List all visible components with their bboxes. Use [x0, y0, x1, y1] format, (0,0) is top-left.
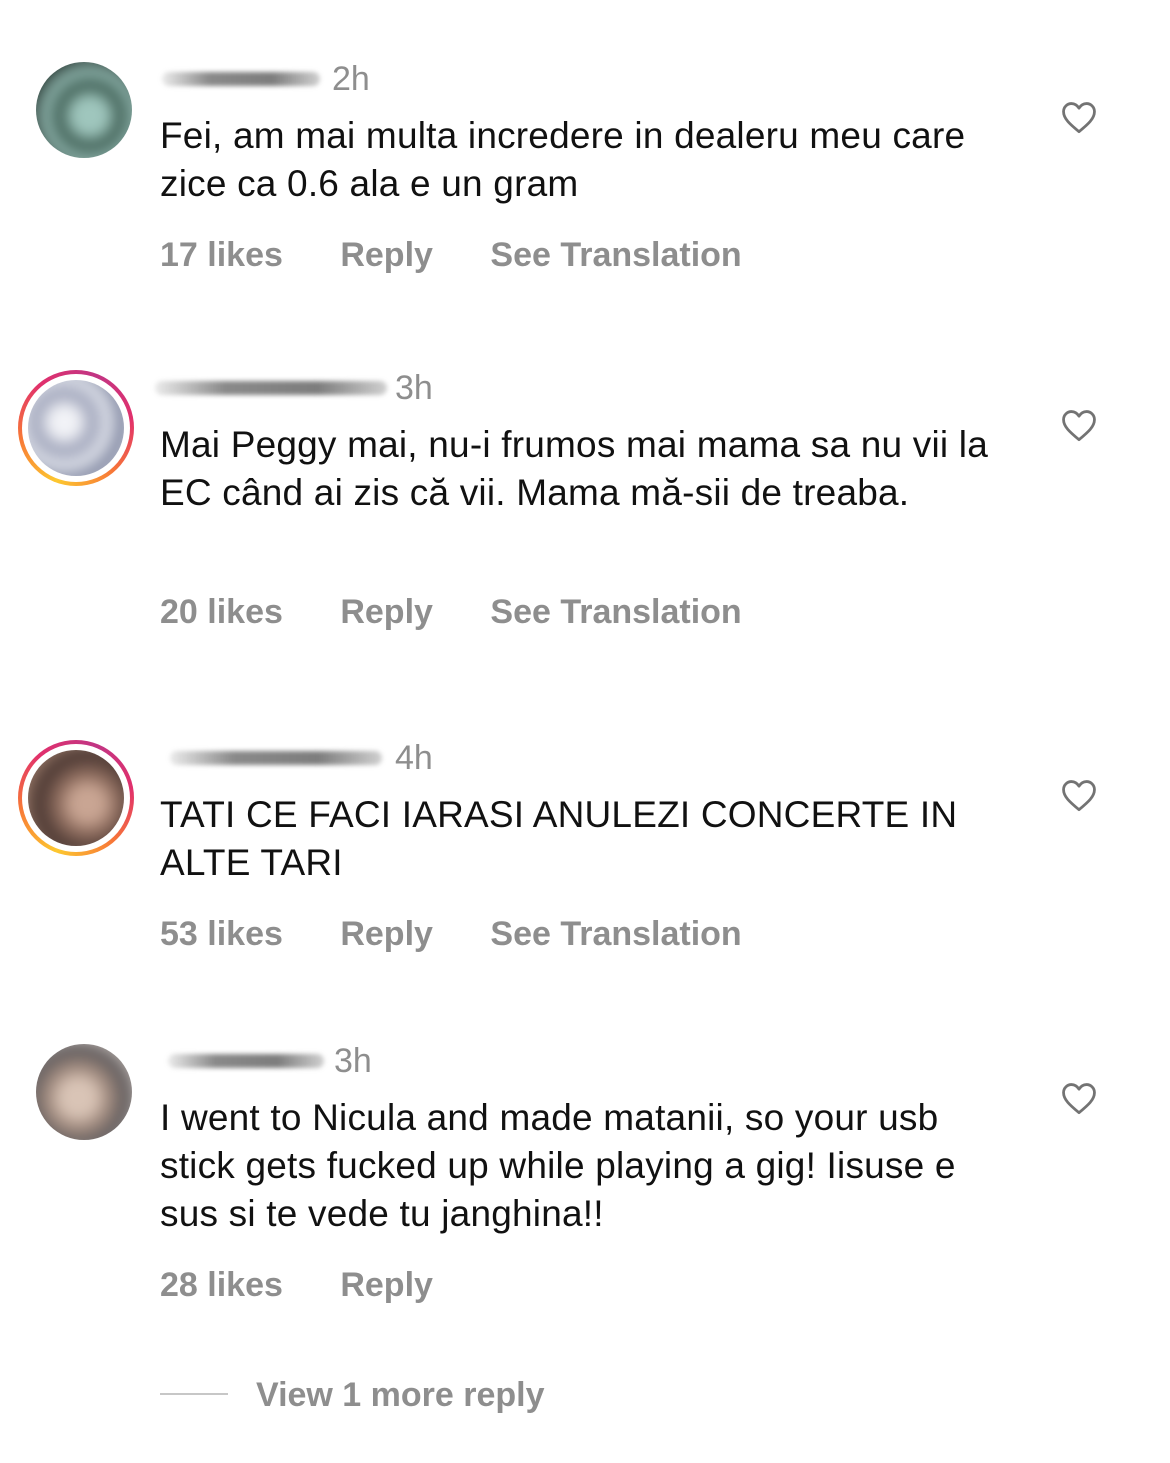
avatar[interactable]: [36, 1044, 132, 1140]
heart-outline-icon[interactable]: [1060, 1081, 1098, 1115]
heart-outline-icon[interactable]: [1060, 778, 1098, 812]
username-redacted[interactable]: [168, 1054, 324, 1068]
comment-text: I went to Nicula and made matanii, so yo…: [160, 1097, 956, 1234]
heart-outline-icon[interactable]: [1060, 408, 1098, 442]
likes-count[interactable]: 17 likes: [160, 238, 283, 272]
reply-button[interactable]: Reply: [340, 917, 433, 951]
see-translation-button[interactable]: See Translation: [490, 917, 741, 951]
avatar[interactable]: [36, 62, 132, 158]
comment-time: 2h: [332, 60, 370, 98]
comment-text: Fei, am mai multa incredere in dealeru m…: [160, 115, 966, 204]
story-ring[interactable]: [18, 370, 134, 486]
comment-actions: 20 likes Reply See Translation: [160, 595, 790, 629]
likes-count[interactable]: 28 likes: [160, 1268, 283, 1302]
username-redacted[interactable]: [155, 381, 387, 395]
likes-count[interactable]: 53 likes: [160, 917, 283, 951]
comment-time: 3h: [395, 369, 433, 407]
comment-actions: 17 likes Reply See Translation: [160, 238, 790, 272]
comment-text: Mai Peggy mai, nu-i frumos mai mama sa n…: [160, 424, 988, 513]
comment-time: 4h: [395, 739, 433, 777]
heart-outline-icon[interactable]: [1060, 100, 1098, 134]
reply-button[interactable]: Reply: [340, 238, 433, 272]
avatar[interactable]: [28, 750, 124, 846]
see-translation-button[interactable]: See Translation: [490, 595, 741, 629]
comment-actions: 53 likes Reply See Translation: [160, 917, 790, 951]
replies-divider: [160, 1393, 228, 1395]
comment-actions: 28 likes Reply: [160, 1268, 481, 1302]
comment-text: TATI CE FACI IARASI ANULEZI CONCERTE IN …: [160, 794, 958, 883]
username-redacted[interactable]: [170, 751, 382, 765]
story-ring[interactable]: [18, 740, 134, 856]
likes-count[interactable]: 20 likes: [160, 595, 283, 629]
reply-button[interactable]: Reply: [340, 1268, 433, 1302]
view-more-replies-label[interactable]: View 1 more reply: [256, 1376, 545, 1415]
avatar[interactable]: [28, 380, 124, 476]
username-redacted[interactable]: [162, 72, 320, 86]
see-translation-button[interactable]: See Translation: [490, 238, 741, 272]
reply-button[interactable]: Reply: [340, 595, 433, 629]
comment-time: 3h: [334, 1042, 372, 1080]
